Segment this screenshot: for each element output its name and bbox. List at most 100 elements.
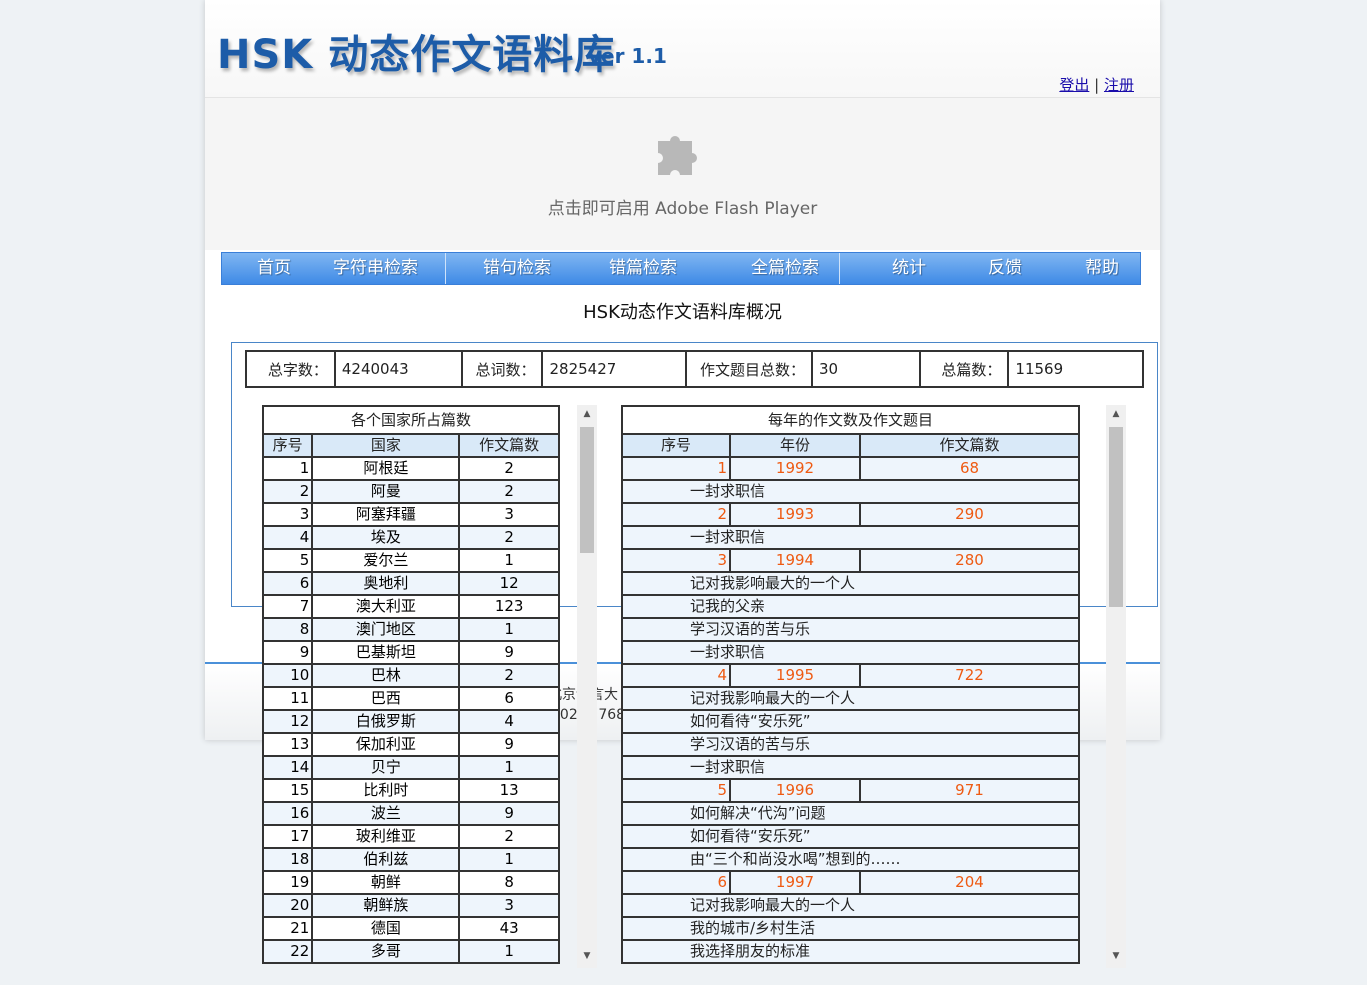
country-name: 阿塞拜疆: [311, 502, 461, 527]
row-number: 6: [261, 571, 314, 596]
scrollbar-thumb[interactable]: [1109, 427, 1123, 607]
puzzle-plugin-icon: [658, 135, 697, 175]
table-row: 8 澳门地区 1: [261, 617, 560, 642]
country-name: 保加利亚: [311, 732, 461, 757]
row-number: 3: [621, 548, 731, 573]
column-header: 作文篇数: [859, 433, 1080, 458]
nav-full-search[interactable]: 全篇检索: [751, 253, 819, 284]
row-number: 11: [261, 686, 314, 711]
topic-row: 一封求职信: [621, 525, 1080, 550]
essay-count: 2: [458, 525, 560, 550]
total-essays-label: 总篇数：: [918, 350, 1010, 388]
table-row: 19 朝鲜 8: [261, 870, 560, 895]
essay-topic: 如何看待“安乐死”: [621, 824, 1080, 849]
essay-topic: 如何看待“安乐死”: [621, 709, 1080, 734]
register-link[interactable]: 注册: [1104, 76, 1134, 94]
row-number: 16: [261, 801, 314, 826]
total-words-label: 总词数：: [460, 350, 544, 388]
year-value: 1997: [729, 870, 861, 895]
essay-count: 1: [458, 847, 560, 872]
essay-count: 1: [458, 755, 560, 780]
row-number: 12: [261, 709, 314, 734]
column-header: 国家: [311, 433, 461, 458]
scrollbar-thumb[interactable]: [580, 427, 594, 553]
year-row: 3 1994 280: [621, 548, 1080, 573]
row-number: 22: [261, 939, 314, 964]
table-row: 1 阿根廷 2: [261, 456, 560, 481]
nav-feedback[interactable]: 反馈: [988, 253, 1022, 284]
essay-topic: 一封求职信: [621, 525, 1080, 550]
essay-topic: 一封求职信: [621, 640, 1080, 665]
row-number: 10: [261, 663, 314, 688]
nav-help[interactable]: 帮助: [1085, 253, 1119, 284]
table-row: 17 玻利维亚 2: [261, 824, 560, 849]
yearly-essay-table: 每年的作文数及作文题目 序号 年份 作文篇数 1 1992 68 一封求职信 2 1993 290 一…: [621, 405, 1080, 964]
country-name: 白俄罗斯: [311, 709, 461, 734]
topic-row: 学习汉语的苦与乐: [621, 732, 1080, 757]
row-number: 19: [261, 870, 314, 895]
table-row: 11 巴西 6: [261, 686, 560, 711]
essay-topic: 记对我影响最大的一个人: [621, 893, 1080, 918]
country-name: 玻利维亚: [311, 824, 461, 849]
nav-stats[interactable]: 统计: [892, 253, 926, 284]
topic-row: 记我的父亲: [621, 594, 1080, 619]
topic-row: 我的城市/乡村生活: [621, 916, 1080, 941]
scroll-up-arrow-icon[interactable]: ▲: [1106, 405, 1126, 423]
row-number: 5: [261, 548, 314, 573]
topic-row: 记对我影响最大的一个人: [621, 686, 1080, 711]
nav-home[interactable]: 首页: [257, 253, 291, 284]
table-caption-row: 每年的作文数及作文题目: [621, 405, 1080, 435]
scroll-up-arrow-icon[interactable]: ▲: [577, 405, 597, 423]
table-row: 4 埃及 2: [261, 525, 560, 550]
table-row: 14 贝宁 1: [261, 755, 560, 780]
table-header-row: 序号 国家 作文篇数: [261, 433, 560, 458]
nav-essay-error-search[interactable]: 错篇检索: [609, 253, 677, 284]
country-name: 阿根廷: [311, 456, 461, 481]
nav-string-search[interactable]: 字符串检索: [333, 253, 418, 284]
essay-count: 13: [458, 778, 560, 803]
country-name: 朝鲜: [311, 870, 461, 895]
topic-row: 一封求职信: [621, 640, 1080, 665]
country-table-scrollbar[interactable]: ▲ ▼: [577, 405, 597, 968]
essay-count: 204: [859, 870, 1080, 895]
row-number: 20: [261, 893, 314, 918]
year-table-scrollbar[interactable]: ▲ ▼: [1106, 405, 1126, 968]
table-header-row: 序号 年份 作文篇数: [621, 433, 1080, 458]
scroll-down-arrow-icon[interactable]: ▼: [577, 947, 597, 965]
table-row: 13 保加利亚 9: [261, 732, 560, 757]
essay-count: 2: [458, 456, 560, 481]
flash-placeholder[interactable]: 点击即可启用 Adobe Flash Player: [205, 98, 1160, 250]
logout-link[interactable]: 登出: [1059, 76, 1089, 94]
row-number: 4: [261, 525, 314, 550]
row-number: 6: [621, 870, 731, 895]
essay-count: 123: [458, 594, 560, 619]
row-number: 15: [261, 778, 314, 803]
essay-count: 971: [859, 778, 1080, 803]
nav-sentence-search[interactable]: 错句检索: [483, 253, 551, 284]
column-header: 序号: [621, 433, 731, 458]
essay-count: 3: [458, 893, 560, 918]
essay-count: 8: [458, 870, 560, 895]
country-name: 奥地利: [311, 571, 461, 596]
country-essay-table: 各个国家所占篇数 序号 国家 作文篇数 1 阿根廷 2 2 阿曼 2 3 阿塞拜疆 3 4 埃及 2 5 爱尔兰 1…: [261, 405, 560, 964]
column-header: 序号: [261, 433, 314, 458]
table-row: 22 多哥 1: [261, 939, 560, 964]
country-name: 波兰: [311, 801, 461, 826]
essay-count: 722: [859, 663, 1080, 688]
essay-count: 1: [458, 617, 560, 642]
year-value: 1995: [729, 663, 861, 688]
table-row: 6 奥地利 12: [261, 571, 560, 596]
table-row: 15 比利时 13: [261, 778, 560, 803]
table-caption: 各个国家所占篇数: [262, 405, 560, 435]
row-number: 21: [261, 916, 314, 941]
essay-topic: 记我的父亲: [621, 594, 1080, 619]
auth-links: 登出 | 注册: [1059, 74, 1134, 95]
essay-topic: 学习汉语的苦与乐: [621, 617, 1080, 642]
topic-row: 记对我影响最大的一个人: [621, 893, 1080, 918]
essay-count: 68: [859, 456, 1080, 481]
scroll-down-arrow-icon[interactable]: ▼: [1106, 947, 1126, 965]
essay-topic: 我选择朋友的标准: [621, 939, 1080, 964]
row-number: 4: [621, 663, 731, 688]
row-number: 2: [621, 502, 731, 527]
essay-count: 4: [458, 709, 560, 734]
